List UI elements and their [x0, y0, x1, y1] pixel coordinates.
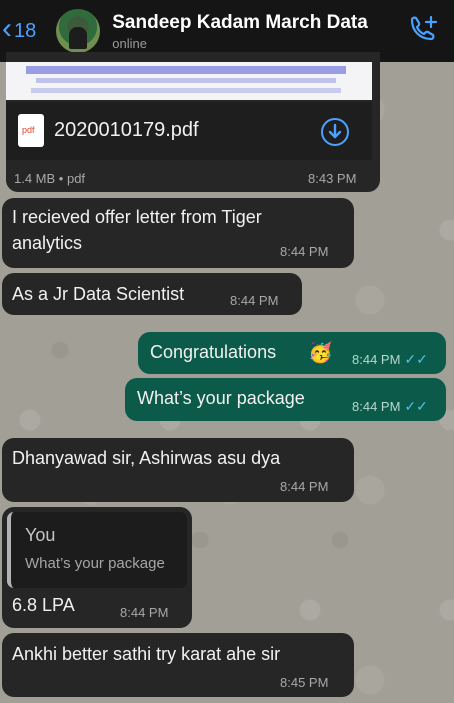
- unread-count: 18: [14, 19, 37, 42]
- message-time: 8:44 PM: [120, 605, 169, 620]
- contact-info[interactable]: Sandeep Kadam March Data online: [112, 12, 368, 51]
- message-time: 8:44 PM ✓✓: [352, 398, 428, 414]
- message-text: I recieved offer letter from Tiger: [12, 207, 262, 227]
- pdf-file-name: 2020010179.pdf: [54, 119, 199, 141]
- message-text: analytics: [12, 233, 83, 253]
- pdf-preview-thumbnail[interactable]: [6, 62, 372, 100]
- incoming-message[interactable]: Dhanyawad sir, Ashirwas asu dya 8:44 PM: [2, 438, 354, 502]
- incoming-message[interactable]: Ankhi better sathi try karat ahe sir 8:4…: [2, 633, 354, 697]
- quoted-message[interactable]: You What’s your package: [7, 512, 187, 588]
- pdf-file-icon: pdf: [18, 114, 44, 147]
- message-time: 8:44 PM ✓✓: [352, 351, 428, 367]
- party-face-emoji: 🥳: [308, 342, 333, 364]
- message-time: 8:44 PM: [280, 244, 329, 259]
- message-time: 8:45 PM: [280, 675, 329, 690]
- message-text: Ankhi better sathi try karat ahe sir: [12, 644, 281, 664]
- message-text: Dhanyawad sir, Ashirwas asu dya: [12, 448, 281, 468]
- quoted-text: What’s your package: [25, 555, 165, 572]
- pdf-attachment-message[interactable]: pdf 2020010179.pdf 1.4 MB • pdf 8:43 PM: [6, 52, 380, 192]
- message-time: 8:43 PM: [308, 171, 357, 186]
- download-icon[interactable]: [320, 117, 350, 147]
- outgoing-message[interactable]: What’s your package 8:44 PM ✓✓: [125, 378, 446, 421]
- contact-status: online: [112, 35, 147, 51]
- pdf-size-type: 1.4 MB • pdf: [14, 171, 86, 186]
- message-time: 8:44 PM: [280, 479, 329, 494]
- read-ticks-icon: ✓✓: [404, 351, 428, 367]
- message-text: What’s your package: [137, 388, 305, 408]
- incoming-message[interactable]: I recieved offer letter from Tiger analy…: [2, 198, 354, 268]
- message-text: As a Jr Data Scientist: [12, 284, 185, 304]
- add-call-icon[interactable]: [406, 14, 440, 48]
- contact-name: Sandeep Kadam March Data: [112, 11, 368, 33]
- quoted-author: You: [25, 525, 56, 545]
- outgoing-message[interactable]: Congratulations 🥳 8:44 PM ✓✓: [138, 332, 446, 374]
- incoming-message[interactable]: As a Jr Data Scientist 8:44 PM: [2, 273, 302, 315]
- pdf-file-row[interactable]: pdf 2020010179.pdf: [6, 102, 372, 160]
- read-ticks-icon: ✓✓: [404, 398, 428, 414]
- avatar[interactable]: [56, 9, 101, 53]
- chevron-left-icon: ‹: [2, 12, 12, 45]
- message-time: 8:44 PM: [230, 293, 279, 308]
- message-text: 6.8 LPA: [12, 595, 75, 615]
- incoming-reply-message[interactable]: You What’s your package 6.8 LPA 8:44 PM: [2, 507, 192, 628]
- message-text: Congratulations: [150, 342, 277, 362]
